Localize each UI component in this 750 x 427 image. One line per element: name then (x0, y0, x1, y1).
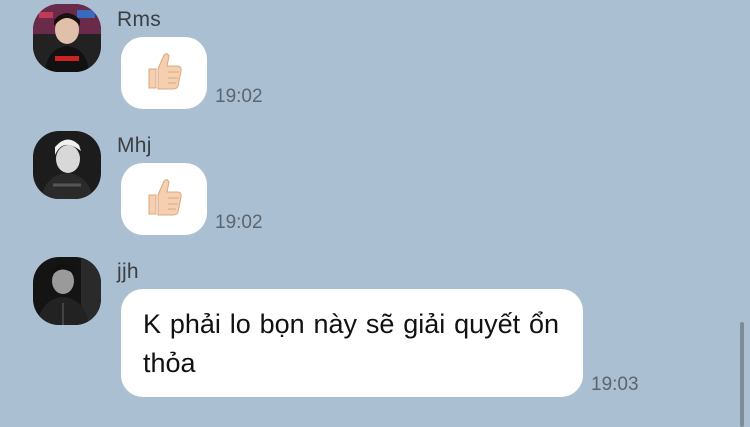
thumbs-up-icon (145, 51, 183, 96)
message-bubble[interactable] (121, 37, 207, 109)
sender-name: Mhj (117, 134, 152, 157)
message-timestamp: 19:02 (215, 86, 263, 107)
message-text: K phải lo bọn này sẽ giải quyết ổn thỏa (143, 309, 559, 378)
avatar[interactable] (33, 4, 101, 72)
sender-name: Rms (117, 8, 162, 31)
message-bubble[interactable] (121, 163, 207, 235)
scrollbar[interactable] (740, 322, 744, 427)
avatar[interactable] (33, 257, 101, 325)
sender-name: jjh (117, 260, 139, 283)
message-timestamp: 19:03 (591, 374, 639, 395)
thumbs-up-icon (145, 177, 183, 222)
message-timestamp: 19:02 (215, 212, 263, 233)
avatar[interactable] (33, 131, 101, 199)
chat-view: Rms 19:02 Mhj 19:02 jjh K phải lo bọn nà… (0, 0, 750, 427)
message-bubble[interactable]: K phải lo bọn này sẽ giải quyết ổn thỏa (121, 289, 583, 397)
